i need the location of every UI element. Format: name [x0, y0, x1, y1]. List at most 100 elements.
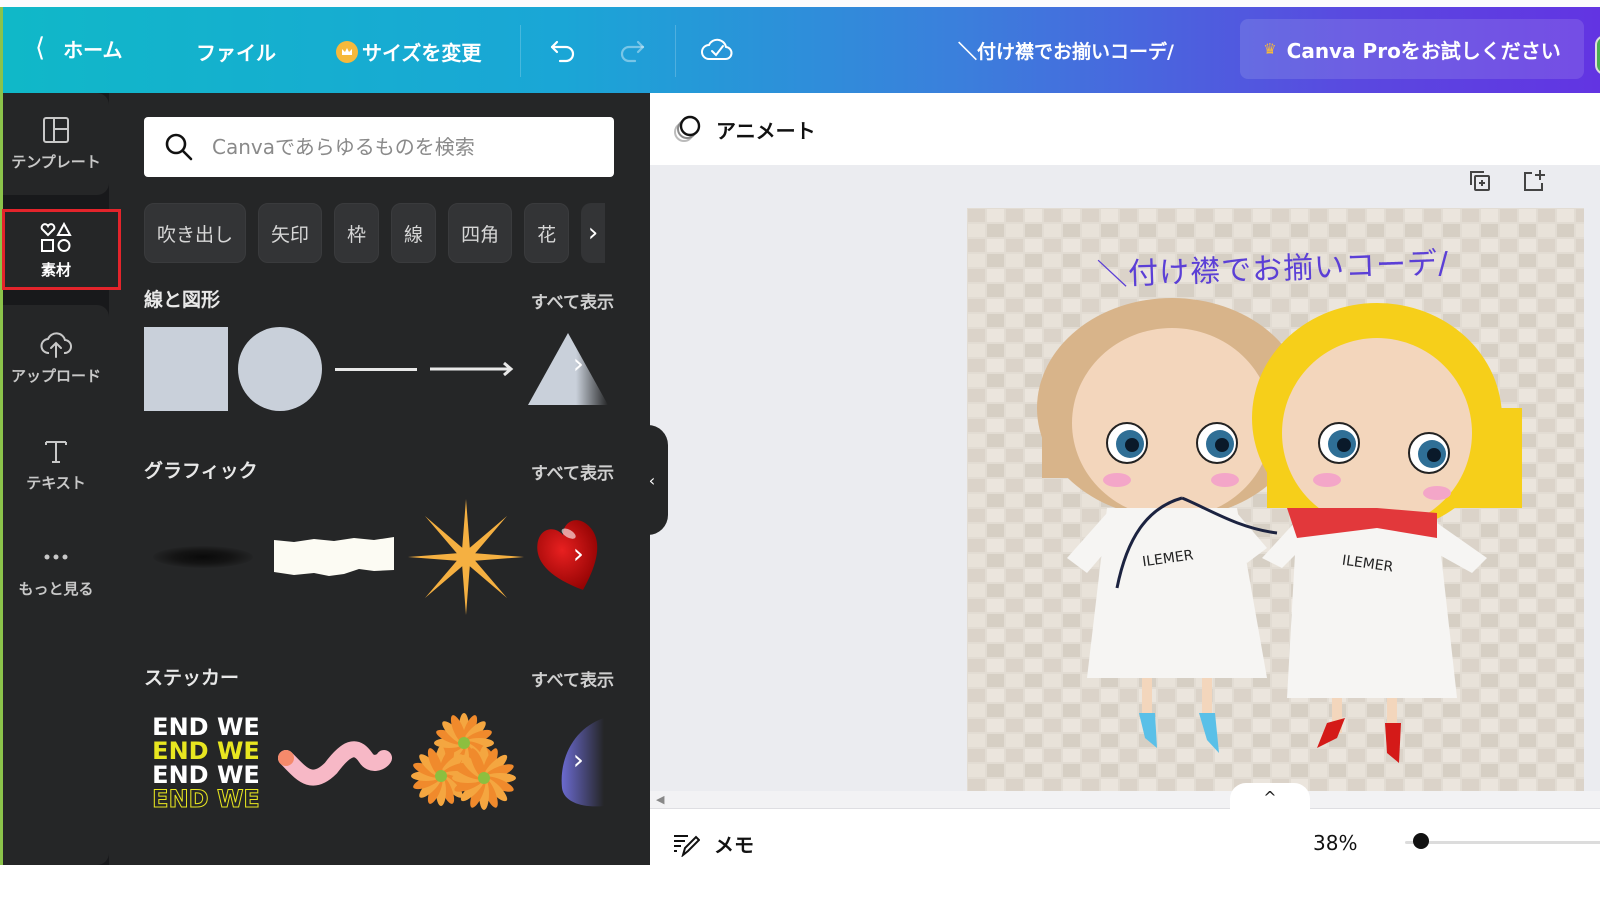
rail-label: もっと見る — [18, 580, 94, 598]
category-chips: 吹き出し 矢印 枠 線 四角 花 › — [144, 203, 606, 263]
torn-paper — [274, 537, 394, 576]
starburst — [408, 499, 524, 615]
rail-item-templates[interactable]: テンプレート — [3, 113, 109, 172]
section-title-stickers: ステッカー — [144, 667, 240, 689]
shape-triangle[interactable] — [526, 327, 610, 411]
see-all-stickers-link[interactable]: すべて表示 — [531, 666, 614, 691]
zoom-slider-thumb[interactable] — [1413, 833, 1429, 849]
file-label: ファイル — [196, 41, 276, 65]
design-canvas[interactable]: ILEMER ILEMER ＼付け襟でお揃いコーデ/ — [967, 208, 1584, 791]
rail-item-more[interactable]: もっと見る — [3, 540, 109, 599]
sticker-weekend[interactable]: END WE END WE END WE END WE — [144, 703, 268, 823]
undo-button[interactable] — [544, 31, 582, 69]
try-canva-pro-button[interactable]: ♛ Canva Proをお試しください — [1240, 19, 1584, 79]
chip-speech-bubble[interactable]: 吹き出し — [144, 203, 247, 263]
bottom-bar: メモ 38% — [650, 809, 1600, 865]
shape-circle[interactable] — [238, 327, 322, 411]
search-icon — [165, 133, 193, 161]
chip-frame[interactable]: 枠 — [334, 203, 380, 263]
editor-area: アニメート ILEMER ILEMER ＼付け襟でお揃いコーデ/ ◀ ^ メモ … — [650, 93, 1600, 865]
sticker-pink-worm[interactable] — [274, 703, 394, 823]
red-heart — [537, 520, 598, 590]
sticker-text-line: END WE — [152, 761, 260, 789]
section-title-graphics: グラフィック — [144, 460, 258, 482]
animate-label: アニメート — [716, 118, 816, 143]
square-shape — [144, 327, 228, 411]
chip-flower[interactable]: 花 — [524, 203, 570, 263]
circle-shape — [238, 327, 322, 411]
graphic-heart[interactable] — [536, 497, 606, 617]
see-all-graphics-link[interactable]: すべて表示 — [531, 459, 614, 484]
upload-cloud-icon — [39, 327, 73, 361]
see-all-shapes-link[interactable]: すべて表示 — [531, 288, 614, 313]
graphic-shadow[interactable] — [144, 497, 262, 617]
sticker-purple-shape[interactable] — [534, 703, 604, 823]
elements-panel: 吹き出し 矢印 枠 線 四角 花 › 線と図形 すべて表示 — [109, 93, 650, 865]
duplicate-page-button[interactable] — [1462, 163, 1498, 199]
sticker-text-line: END WE — [152, 737, 260, 765]
notes-label: メモ — [714, 833, 754, 857]
cloud-save-status-button[interactable] — [698, 31, 736, 69]
graphic-torn-paper[interactable] — [272, 497, 396, 617]
pink-worm — [278, 741, 392, 786]
starburst-shape — [408, 499, 524, 615]
animate-icon — [674, 115, 701, 142]
orange-flowers — [411, 713, 516, 810]
show-pages-button[interactable]: ^ — [1230, 783, 1310, 811]
search-box[interactable] — [144, 117, 614, 177]
canva-editor: ⟨ ホーム ファイル サイズを変更 ＼付け襟でお揃いコーデ/ ♛ Canva P… — [0, 0, 1600, 900]
rail-item-uploads[interactable]: アップロード — [3, 327, 109, 386]
chip-arrow[interactable]: 矢印 — [258, 203, 323, 263]
toolbar-divider — [520, 25, 521, 77]
file-menu-button[interactable]: ファイル — [196, 37, 276, 66]
shape-arrow[interactable] — [430, 327, 514, 411]
flower — [452, 746, 516, 810]
chips-next-button[interactable]: › — [581, 203, 606, 263]
rail-item-text[interactable]: テキスト — [3, 434, 109, 493]
shape-square[interactable] — [144, 327, 228, 411]
chevron-up-icon: ^ — [1263, 787, 1277, 807]
toolbar-divider — [675, 25, 676, 77]
template-icon — [39, 113, 73, 147]
section-title-shapes: 線と図形 — [144, 289, 221, 311]
document-title[interactable]: ＼付け襟でお揃いコーデ/ — [958, 37, 1174, 64]
shapes-next-button[interactable]: › — [573, 347, 584, 380]
zoom-slider[interactable] — [1405, 833, 1600, 849]
resize-button[interactable]: サイズを変更 — [336, 37, 481, 66]
add-page-button[interactable] — [1516, 163, 1552, 199]
graphics-next-button[interactable]: › — [573, 537, 584, 570]
notes-pencil-icon — [674, 834, 700, 857]
add-page-icon — [1524, 170, 1545, 191]
active-item-highlight — [2, 209, 121, 290]
graphic-starburst[interactable] — [406, 497, 526, 617]
chevron-right-icon: › — [587, 218, 599, 248]
shadow-ellipse — [153, 546, 253, 568]
undo-icon — [550, 40, 575, 63]
animate-button[interactable]: アニメート — [670, 109, 816, 149]
line-shape — [335, 367, 417, 371]
chip-line[interactable]: 線 — [391, 203, 437, 263]
chevron-left-icon: ⟨ — [35, 33, 46, 63]
window-left-edge — [0, 7, 3, 865]
home-button[interactable]: ⟨ ホーム — [35, 33, 123, 63]
horizontal-scrollbar[interactable]: ◀ — [650, 791, 1600, 809]
search-input[interactable] — [212, 135, 592, 159]
top-toolbar: ⟨ ホーム ファイル サイズを変更 ＼付け襟でお揃いコーデ/ ♛ Canva P… — [3, 7, 1600, 93]
context-toolbar: アニメート — [650, 93, 1600, 165]
redo-button[interactable] — [613, 31, 651, 69]
avatar[interactable] — [1595, 35, 1600, 75]
scroll-left-icon: ◀ — [656, 793, 665, 806]
rail-label: テキスト — [26, 474, 86, 492]
chip-square[interactable]: 四角 — [448, 203, 513, 263]
zoom-level[interactable]: 38% — [1313, 831, 1357, 855]
shape-line[interactable] — [334, 327, 418, 411]
notes-button[interactable]: メモ — [672, 829, 754, 858]
collapse-panel-button[interactable]: ‹ — [636, 425, 668, 535]
sticker-orange-flowers[interactable] — [404, 703, 524, 823]
home-label: ホーム — [63, 37, 123, 62]
redo-icon — [620, 40, 645, 63]
crown-icon: ♛ — [1263, 40, 1277, 58]
window-top-strip — [0, 0, 1600, 7]
stickers-next-button[interactable]: › — [573, 743, 584, 776]
text-icon — [39, 434, 73, 468]
